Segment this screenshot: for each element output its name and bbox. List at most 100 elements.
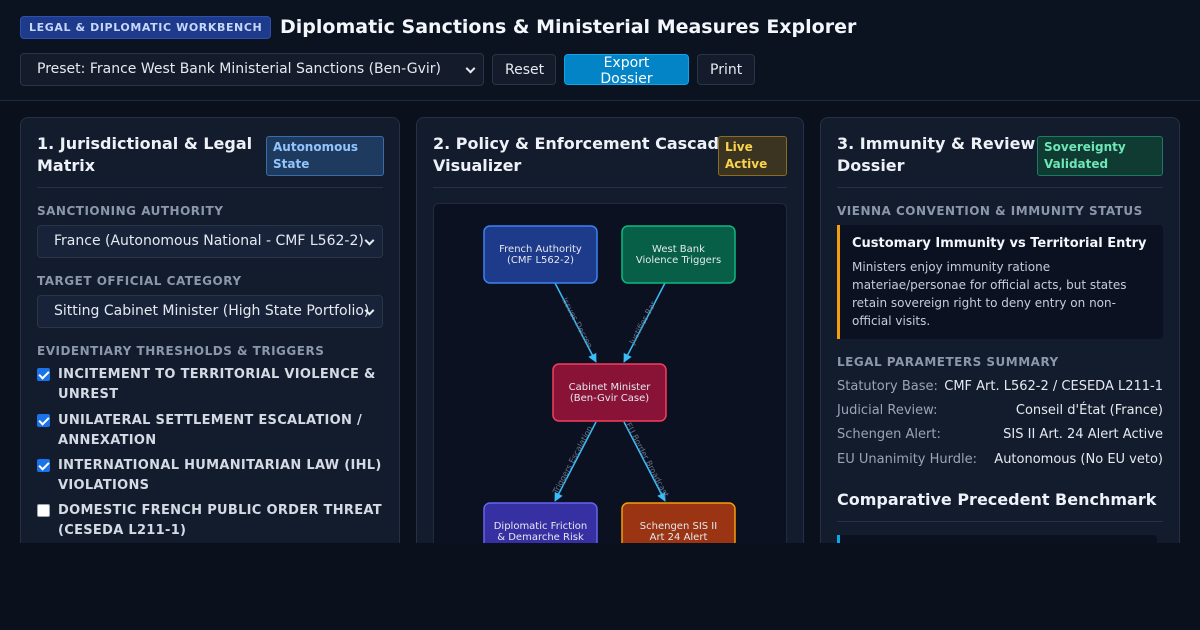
trigger-checkbox-row[interactable]: UNILATERAL SETTLEMENT ESCALATION / ANNEX… <box>37 411 383 450</box>
authority-select-wrap[interactable]: France (Autonomous National - CMF L562-2… <box>37 225 383 258</box>
edge-label-justifies: Justifies Bar <box>627 299 658 347</box>
callout-text: Ministers enjoy immunity ratione materia… <box>852 258 1152 330</box>
preset-select-wrap[interactable]: Preset: France West Bank Ministerial San… <box>20 53 484 86</box>
node-label: & Demarche Risk <box>497 532 584 543</box>
trigger-label-line: DOMESTIC FRENCH PUBLIC ORDER THREAT <box>58 503 382 518</box>
param-row: EU Unanimity Hurdle: Autonomous (No EU v… <box>837 452 1163 467</box>
preset-select[interactable]: Preset: France West Bank Ministerial San… <box>20 53 484 86</box>
callout-line: materiae/personae for official acts, but… <box>852 278 1127 292</box>
immunity-panel: 3. Immunity & Review Dossier Sovereignty… <box>820 117 1180 577</box>
category-label: TARGET OFFICIAL CATEGORY <box>37 274 242 288</box>
divider <box>837 187 1163 188</box>
panel-title-line: 3. Immunity & Review <box>837 134 1036 153</box>
node-label: Diplomatic Friction <box>494 521 588 532</box>
panel-title-line: Visualizer <box>433 156 522 175</box>
trigger-checkbox[interactable] <box>37 414 50 427</box>
divider <box>37 187 383 188</box>
trigger-label-line: INTERNATIONAL HUMANITARIAN LAW (IHL) <box>58 458 382 473</box>
sovereignty-validated-tag: Sovereignty Validated <box>1037 136 1163 176</box>
panel-title-line: Dossier <box>837 156 905 175</box>
param-value: Autonomous (No EU veto) <box>994 452 1163 467</box>
tag-line: Autonomous <box>273 140 359 154</box>
node-label: Violence Triggers <box>636 255 721 266</box>
node-cabinet-minister[interactable]: Cabinet Minister (Ben-Gvir Case) <box>552 363 667 422</box>
param-key: Schengen Alert: <box>837 427 941 442</box>
trigger-checkbox-row[interactable]: INTERNATIONAL HUMANITARIAN LAW (IHL) VIO… <box>37 456 383 495</box>
print-button[interactable]: Print <box>697 54 755 85</box>
param-key: EU Unanimity Hurdle: <box>837 452 978 467</box>
param-row: Statutory Base: CMF Art. L562-2 / CESEDA… <box>837 379 1163 394</box>
callout-line: Ministers enjoy immunity ratione <box>852 260 1051 274</box>
param-key: Statutory Base: <box>837 379 938 394</box>
cascade-panel: 2. Policy & Enforcement Cascade Visualiz… <box>416 117 804 577</box>
tag-line: Active <box>725 157 768 171</box>
divider <box>837 521 1163 522</box>
summary-label: LEGAL PARAMETERS SUMMARY <box>837 355 1059 369</box>
cascade-visualizer: Issues Decree Justifies Bar Triggers Esc… <box>433 203 787 576</box>
param-row: Schengen Alert: SIS II Art. 24 Alert Act… <box>837 427 1163 442</box>
panel-title-line: Matrix <box>37 156 96 175</box>
node-label: Schengen SIS II <box>640 521 717 532</box>
export-dossier-button[interactable]: Export Dossier <box>564 54 689 87</box>
trigger-label-line: UNILATERAL SETTLEMENT ESCALATION / <box>58 413 363 428</box>
node-french-authority[interactable]: French Authority (CMF L562-2) <box>483 225 598 284</box>
trigger-label: DOMESTIC FRENCH PUBLIC ORDER THREAT (CES… <box>58 501 382 540</box>
node-label: Cabinet Minister <box>569 382 652 393</box>
trigger-label: INCITEMENT TO TERRITORIAL VIOLENCE & UNR… <box>58 365 376 404</box>
param-value: Conseil d'État (France) <box>1015 403 1163 418</box>
panel-title-line: 2. Policy & Enforcement Cascade <box>433 134 730 153</box>
edge-label-border: EU Border Broadcast <box>624 421 671 498</box>
vienna-label: VIENNA CONVENTION & IMMUNITY STATUS <box>837 204 1143 218</box>
param-row: Judicial Review: Conseil d'État (France) <box>837 403 1163 418</box>
edge-label-friction: Triggers Escalation <box>551 424 595 496</box>
trigger-checkbox[interactable] <box>37 368 50 381</box>
panel-title: 3. Immunity & Review Dossier <box>837 133 1035 177</box>
trigger-label-line: UNREST <box>58 386 119 402</box>
trigger-label-line: (CESEDA L211-1) <box>58 522 187 538</box>
autonomous-state-tag: Autonomous State <box>266 136 384 176</box>
trigger-checkbox[interactable] <box>37 504 50 517</box>
node-label: Art 24 Alert <box>650 532 708 543</box>
authority-label: SANCTIONING AUTHORITY <box>37 204 224 218</box>
tag-line: State <box>273 157 310 171</box>
node-label: French Authority <box>499 244 582 255</box>
category-select[interactable]: Sitting Cabinet Minister (High State Por… <box>37 295 383 328</box>
page-bottom-area <box>0 543 1200 630</box>
trigger-checkbox[interactable] <box>37 459 50 472</box>
tag-line: Sovereignty <box>1044 140 1126 154</box>
node-label: (CMF L562-2) <box>507 255 574 266</box>
authority-select[interactable]: France (Autonomous National - CMF L562-2… <box>37 225 383 258</box>
panel-title-line: 1. Jurisdictional & Legal <box>37 134 253 153</box>
callout-line: official visits. <box>852 314 931 328</box>
param-key: Judicial Review: <box>837 403 938 418</box>
trigger-label-line: ANNEXATION <box>58 432 157 448</box>
workbench-badge: LEGAL & DIPLOMATIC WORKBENCH <box>20 16 272 39</box>
edge-label-issues: Issues Decree <box>560 296 594 350</box>
panel-title: 2. Policy & Enforcement Cascade Visualiz… <box>433 133 730 177</box>
node-label: West Bank <box>652 244 705 255</box>
thresholds-label: EVIDENTIARY THRESHOLDS & TRIGGERS <box>37 344 325 358</box>
immunity-callout: Customary Immunity vs Territorial Entry … <box>837 225 1163 339</box>
reset-button[interactable]: Reset <box>492 54 556 85</box>
callout-line: retain sovereign right to deny entry on … <box>852 296 1116 310</box>
trigger-label: INTERNATIONAL HUMANITARIAN LAW (IHL) VIO… <box>58 456 382 495</box>
benchmark-title: Comparative Precedent Benchmark <box>837 490 1157 509</box>
trigger-checkbox-row[interactable]: DOMESTIC FRENCH PUBLIC ORDER THREAT (CES… <box>37 501 383 540</box>
trigger-checkbox-row[interactable]: INCITEMENT TO TERRITORIAL VIOLENCE & UNR… <box>37 365 383 404</box>
category-select-wrap[interactable]: Sitting Cabinet Minister (High State Por… <box>37 295 383 328</box>
panel-title: 1. Jurisdictional & Legal Matrix <box>37 133 252 177</box>
live-active-tag: Live Active <box>718 136 787 176</box>
trigger-label-line: VIOLATIONS <box>58 477 150 493</box>
app-title: Diplomatic Sanctions & Ministerial Measu… <box>280 16 857 38</box>
cascade-graph: Issues Decree Justifies Bar Triggers Esc… <box>483 225 736 561</box>
callout-title: Customary Immunity vs Territorial Entry <box>852 236 1147 251</box>
param-value: CMF Art. L562-2 / CESEDA L211-1 <box>944 379 1163 394</box>
param-value: SIS II Art. 24 Alert Active <box>1003 427 1163 442</box>
tag-line: Live <box>725 140 753 154</box>
top-bar: LEGAL & DIPLOMATIC WORKBENCH Diplomatic … <box>0 0 1200 101</box>
node-label: (Ben-Gvir Case) <box>570 393 649 404</box>
jurisdiction-panel: 1. Jurisdictional & Legal Matrix Autonom… <box>20 117 400 577</box>
divider <box>433 187 787 188</box>
node-west-bank-triggers[interactable]: West Bank Violence Triggers <box>621 225 736 284</box>
tag-line: Validated <box>1044 157 1109 171</box>
